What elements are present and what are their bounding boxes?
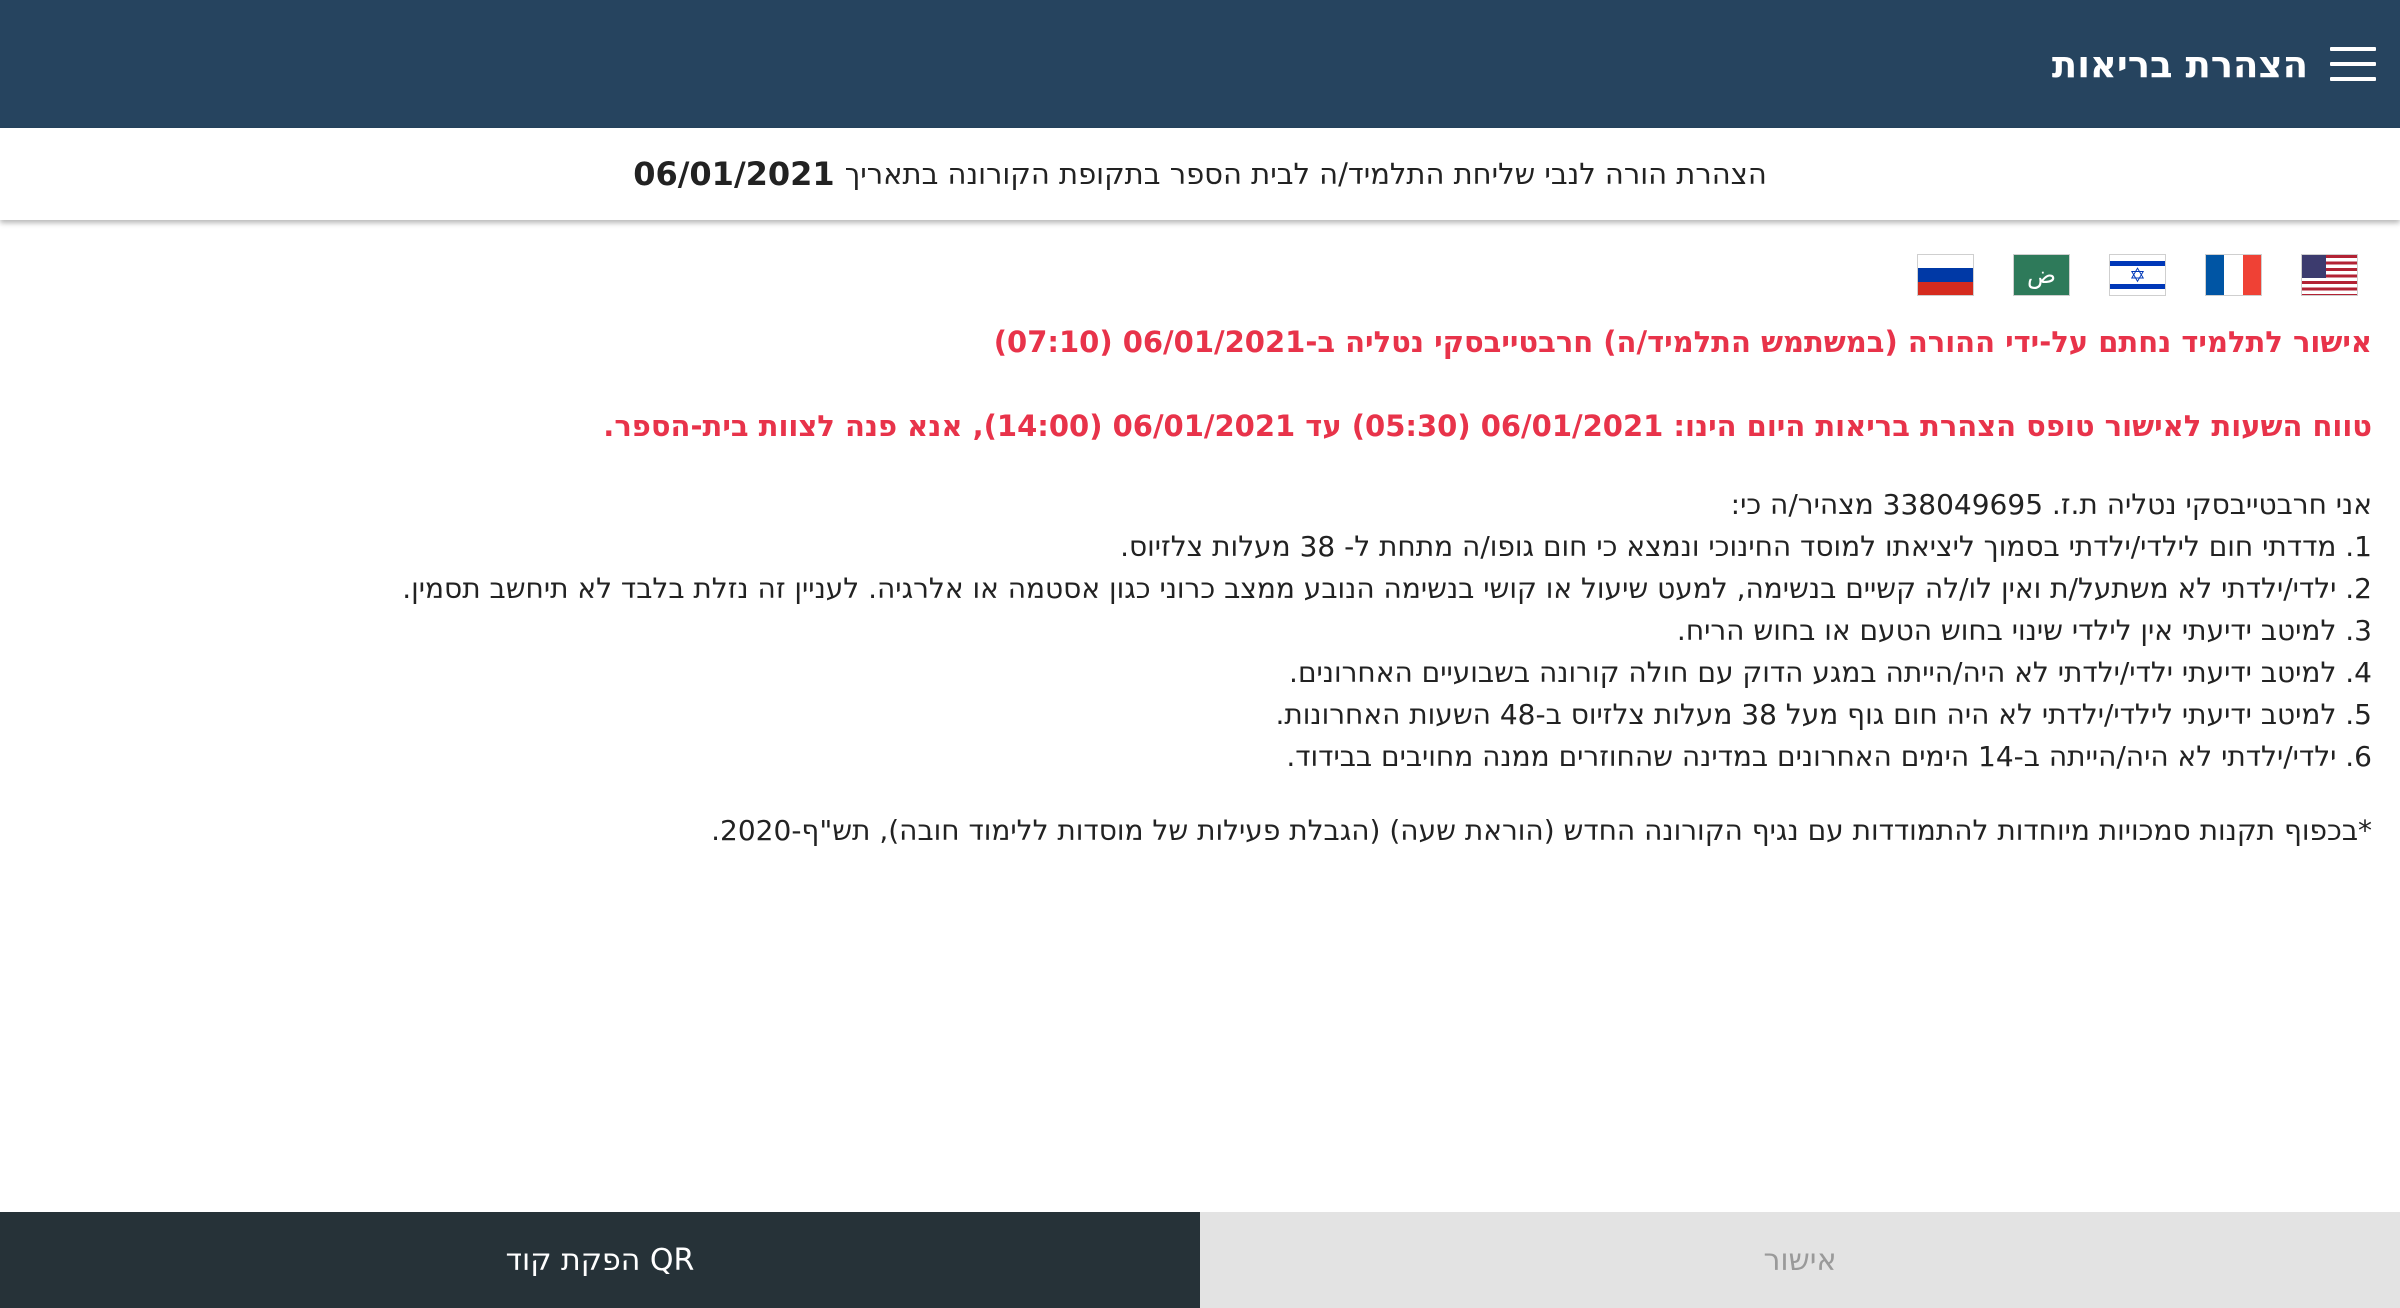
generate-qr-button[interactable]: הפקת קוד QR: [0, 1212, 1200, 1308]
health-declaration-screen: הצהרת בריאות הצהרת הורה לנבי שליחת התלמי…: [0, 0, 2400, 1308]
israel-flag-icon[interactable]: ✡: [2109, 254, 2166, 296]
hamburger-menu-icon[interactable]: [2330, 47, 2376, 81]
france-flag-icon[interactable]: [2205, 254, 2262, 296]
declaration-item: 1. מדדתי חום לילדי/ילדתי בסמוך ליציאתו ל…: [1120, 530, 2372, 563]
us-flag-icon[interactable]: [2301, 254, 2358, 296]
declaration-intro: אני חרבטייבסקי נטליה ת.ז. 338049695 מצהי…: [1730, 488, 2372, 521]
declaration-item: 2. ילדי/ילדתי לא משתעל/ת ואין לו/לה קשיי…: [402, 572, 2372, 605]
declaration-item: 4. למיטב ידיעתי ילדי/ילדתי לא היה/הייתה …: [1289, 656, 2372, 689]
approve-button[interactable]: אישור: [1200, 1212, 2400, 1308]
declaration-item: 3. למיטב ידיעתי אין לילדי שינוי בחוש הטע…: [1676, 614, 2372, 647]
legal-footnote: *בכפוף תקנות סמכויות מיוחדות להתמודדות ע…: [711, 814, 2372, 847]
declaration-item: 5. למיטב ידיעתי לילדי/ילדתי לא היה חום ג…: [1275, 698, 2372, 731]
page-title: הצהרת בריאות: [2051, 42, 2308, 86]
hours-range-text: טווח השעות לאישור טופס הצהרת בריאות היום…: [603, 409, 2372, 443]
declaration-subheader: הצהרת הורה לנבי שליחת התלמיד/ה לבית הספר…: [0, 128, 2400, 220]
action-bar: הפקת קוד QR אישור: [0, 1212, 2400, 1308]
language-selector: ✡ ض: [1917, 254, 2358, 296]
declaration-item: 6. ילדי/ילדתי לא היה/הייתה ב-14 הימים הא…: [1286, 740, 2372, 773]
russia-flag-icon[interactable]: [1917, 254, 1974, 296]
declaration-content: אישור לתלמיד נחתם על-ידי ההורה (במשתמש ה…: [28, 316, 2372, 852]
arabic-glyph: ض: [2026, 261, 2056, 289]
subheader-text: הצהרת הורה לנבי שליחת התלמיד/ה לבית הספר…: [844, 157, 1767, 191]
approval-status-text: אישור לתלמיד נחתם על-ידי ההורה (במשתמש ה…: [993, 325, 2372, 359]
app-header: הצהרת בריאות: [0, 0, 2400, 128]
subheader-date: 06/01/2021: [633, 155, 835, 193]
arabic-flag-icon[interactable]: ض: [2013, 254, 2070, 296]
